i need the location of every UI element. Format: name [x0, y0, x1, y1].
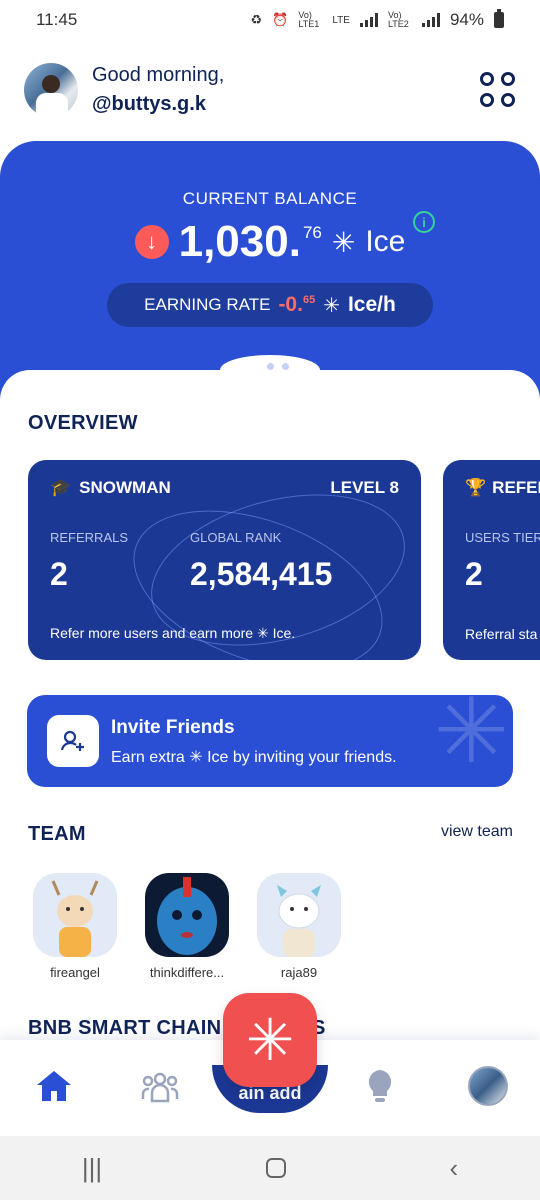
- team-title: TEAM: [28, 823, 86, 845]
- referrals-value: 2: [50, 556, 68, 592]
- status-icons: ♻ ⏰ Vo) LTE1 LTE Vo) LTE2 94%: [250, 9, 504, 30]
- greeting-text: Good morning,: [92, 64, 225, 86]
- ice-star-icon: ✳: [323, 294, 340, 317]
- add-user-icon: [47, 715, 99, 767]
- star-decoration-icon: ✳: [433, 695, 509, 782]
- card-name: SNOWMAN: [79, 478, 171, 497]
- users-tier-value: 2: [465, 556, 483, 592]
- member-name: thinkdiffere...: [149, 965, 225, 980]
- ice-star-icon: ✳: [245, 1008, 295, 1073]
- battery-icon: [494, 9, 504, 28]
- invite-title: Invite Friends: [111, 717, 235, 738]
- team-member[interactable]: raja89: [257, 873, 341, 980]
- recent-apps-icon[interactable]: |||: [82, 1153, 102, 1184]
- member-name: fireangel: [50, 965, 100, 980]
- member-name: raja89: [280, 965, 318, 980]
- earning-rate-value: -0.65: [278, 293, 316, 316]
- invite-subtitle: Earn extra ✳ Ice by inviting your friend…: [111, 749, 397, 766]
- card-footer: Referral sta: [465, 626, 538, 642]
- info-icon[interactable]: i: [413, 211, 435, 233]
- graduation-cap-icon: 🎓: [50, 478, 72, 497]
- carousel-dot[interactable]: [266, 363, 274, 370]
- network-lte: LTE: [332, 14, 350, 26]
- header: Good morning, @buttys.g.k: [24, 60, 516, 120]
- carousel-dots[interactable]: [0, 363, 540, 370]
- home-icon[interactable]: [30, 1062, 78, 1110]
- ice-star-icon: ✳: [331, 226, 356, 258]
- alarm-icon: ⏰: [272, 12, 289, 27]
- status-bar: 11:45 ♻ ⏰ Vo) LTE1 LTE Vo) LTE2 94%: [0, 0, 540, 40]
- global-rank-value: 2,584,415: [190, 556, 333, 592]
- signal-icon-2: [421, 13, 440, 27]
- carousel-dot[interactable]: [281, 363, 289, 370]
- signal-icon: [359, 13, 378, 27]
- status-time: 11:45: [36, 10, 78, 29]
- member-avatar: [145, 873, 229, 957]
- member-avatar: [257, 873, 341, 957]
- invite-friends-banner[interactable]: ✳ Invite Friends Earn extra ✳ Ice by inv…: [27, 695, 513, 787]
- system-nav-bar: ||| ‹: [0, 1136, 540, 1200]
- battery-percent: 94%: [449, 10, 484, 29]
- lightbulb-icon[interactable]: [356, 1062, 404, 1110]
- arrow-down-icon: ↓: [134, 225, 169, 259]
- snowman-card[interactable]: 🎓 SNOWMAN LEVEL 8 REFERRALS 2 GLOBAL RAN…: [28, 460, 421, 660]
- profile-avatar-icon[interactable]: [464, 1062, 512, 1110]
- referrals-card[interactable]: 🏆 REFER USERS TIER 2 Referral sta: [443, 460, 540, 660]
- ice-mining-button[interactable]: ✳: [223, 993, 317, 1087]
- card-level: LEVEL 8: [330, 478, 399, 497]
- trophy-icon: 🏆: [465, 478, 487, 497]
- earning-rate-label: EARNING RATE: [144, 295, 271, 314]
- network-lte2: Vo) LTE2: [387, 10, 409, 29]
- referrals-label: REFERRALS: [50, 530, 129, 545]
- earning-rate-unit: Ice/h: [347, 293, 396, 316]
- overview-title: OVERVIEW: [28, 412, 138, 434]
- card-header: 🏆 REFER: [465, 478, 540, 498]
- balance-label: CURRENT BALANCE: [182, 189, 358, 208]
- card-header: 🎓 SNOWMAN LEVEL 8: [50, 478, 399, 498]
- balance-unit: Ice: [365, 225, 406, 258]
- carousel-dot[interactable]: [251, 363, 259, 370]
- greeting: Good morning, @buttys.g.k: [92, 64, 224, 116]
- card-footer: Refer more users and earn more ✳ Ice.: [50, 625, 296, 641]
- global-rank-label: GLOBAL RANK: [190, 530, 282, 545]
- menu-grid-icon[interactable]: [480, 72, 516, 108]
- earning-rate-pill[interactable]: EARNING RATE -0.65 ✳ Ice/h: [107, 283, 433, 327]
- team-member[interactable]: thinkdiffere...: [145, 873, 229, 980]
- team-nav-icon[interactable]: [136, 1062, 184, 1110]
- team-member[interactable]: fireangel: [33, 873, 117, 980]
- user-avatar[interactable]: [24, 63, 78, 117]
- back-icon[interactable]: ‹: [449, 1153, 458, 1184]
- username: @buttys.g.k: [92, 93, 206, 115]
- users-tier-label: USERS TIER: [465, 530, 540, 545]
- sheet-bump: [220, 355, 320, 385]
- sync-icon: ♻: [250, 12, 263, 27]
- home-button-icon[interactable]: [265, 1158, 286, 1178]
- balance-decimal: 76: [302, 223, 322, 242]
- member-avatar: [33, 873, 117, 957]
- balance-row: ↓ 1,030. 76 ✳ Ice: [0, 217, 540, 267]
- bnb-title-left: BNB SMART CHAIN: [28, 1017, 222, 1039]
- balance-integer: 1,030.: [178, 217, 301, 266]
- network-lte1: Vo) LTE1: [298, 10, 320, 29]
- view-team-link[interactable]: view team: [441, 823, 513, 841]
- card-name: REFER: [492, 478, 540, 497]
